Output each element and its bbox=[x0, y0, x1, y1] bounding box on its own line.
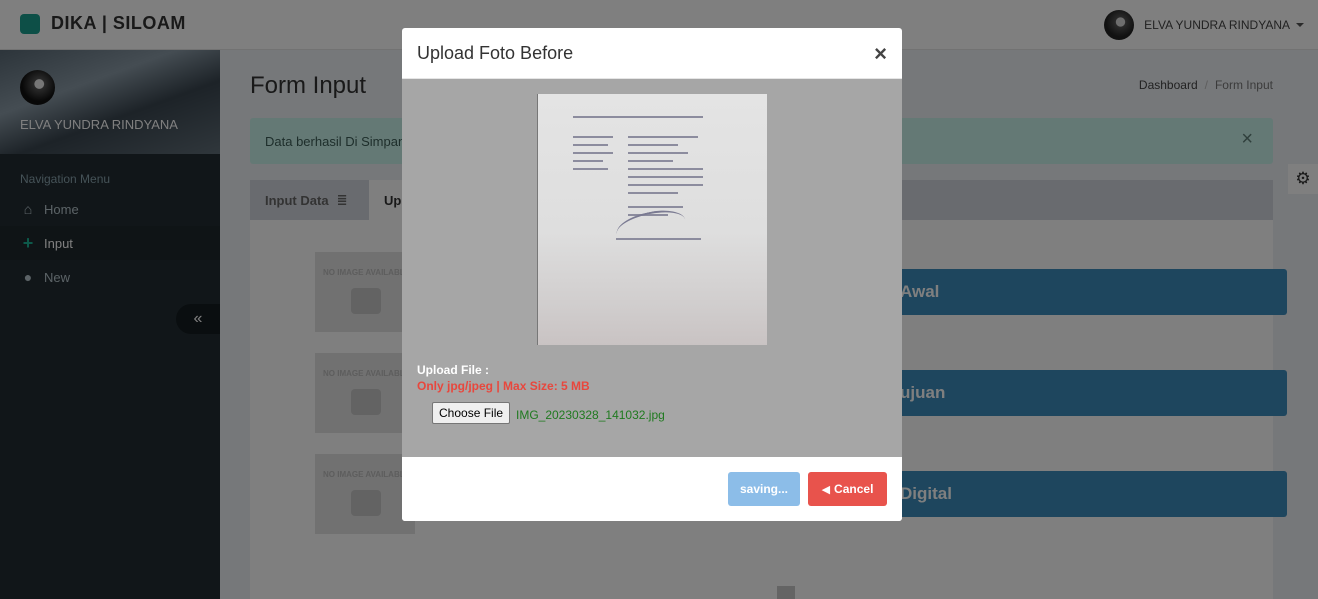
photo-text-line bbox=[628, 152, 688, 154]
choose-file-button[interactable]: Choose File bbox=[432, 402, 511, 424]
photo-text-line bbox=[573, 160, 603, 162]
photo-text-line bbox=[628, 144, 678, 146]
photo-text-line bbox=[573, 144, 608, 146]
saving-button[interactable]: saving... bbox=[728, 472, 800, 506]
saving-button-label: saving... bbox=[739, 482, 789, 496]
signature-mark bbox=[613, 205, 689, 249]
photo-text-line bbox=[628, 160, 673, 162]
photo-text-line bbox=[628, 136, 698, 138]
photo-text-line bbox=[628, 184, 703, 186]
photo-text-line bbox=[573, 168, 608, 170]
photo-preview bbox=[537, 94, 767, 345]
upload-file-label: Upload File : bbox=[417, 363, 489, 377]
modal-footer: saving... ◀ Cancel bbox=[402, 457, 902, 521]
photo-text-line bbox=[573, 152, 613, 154]
modal-body: Upload File : Only jpg/jpeg | Max Size: … bbox=[402, 79, 902, 457]
photo-text-line bbox=[616, 238, 701, 240]
selected-file-name: IMG_20230328_141032.jpg bbox=[516, 408, 665, 422]
cancel-button[interactable]: ◀ Cancel bbox=[808, 472, 887, 506]
photo-text-line bbox=[573, 136, 613, 138]
modal-title: Upload Foto Before bbox=[417, 43, 574, 63]
photo-text-line bbox=[628, 176, 703, 178]
cancel-button-label: Cancel bbox=[834, 482, 874, 496]
photo-text-line bbox=[573, 116, 703, 118]
photo-text-line bbox=[628, 168, 703, 170]
close-icon[interactable]: × bbox=[874, 41, 887, 67]
modal-header: Upload Foto Before × bbox=[402, 28, 902, 79]
step-backward-icon: ◀ bbox=[821, 483, 831, 496]
upload-file-hint: Only jpg/jpeg | Max Size: 5 MB bbox=[417, 379, 590, 393]
upload-modal: Upload Foto Before × Upload File : Only … bbox=[402, 28, 902, 521]
photo-text-line bbox=[628, 206, 683, 208]
photo-text-line bbox=[628, 192, 678, 194]
